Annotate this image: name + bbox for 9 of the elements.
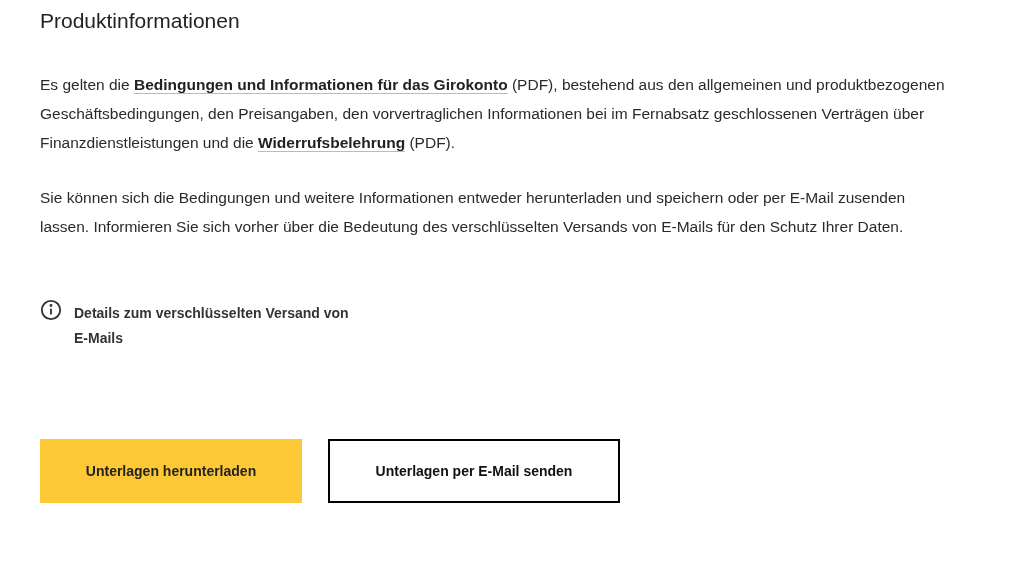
download-button[interactable]: Unterlagen herunterladen [40, 439, 302, 503]
body-paragraph: Es gelten die Bedingungen und Informationen für das Girokonto (PDF), bestehend aus den allgemeinen und produktbezogenen Geschäftsbedingungen, den Preisangaben, den vorvertraglichen Informationen bei im Fernabsatz geschlossenen Verträgen über Finanzdienstleistungen und die Widerrufsbelehrung (PDF). [40, 75, 946, 154]
section-title: Produktinformationen [40, 8, 241, 34]
pdf-link[interactable]: Bedingungen und Informationen für das Girokonto [133, 76, 508, 94]
info-link[interactable]: Details zum verschlüsselten Versand von E-Mails [74, 301, 364, 351]
info-icon [40, 299, 62, 321]
body-paragraph: Sie können sich die Bedingungen und weitere Informationen entweder herunterladen und speichern oder per E-Mail zusenden lassen. Informieren Sie sich vorher über die Bedeutung des verschlüsselten Versands von E-Mails für den Schutz Ihrer Daten. [40, 188, 907, 237]
pdf-link[interactable]: Widerrufsbelehrung [258, 134, 406, 152]
email-button[interactable]: Unterlagen per E-Mail senden [328, 439, 620, 503]
